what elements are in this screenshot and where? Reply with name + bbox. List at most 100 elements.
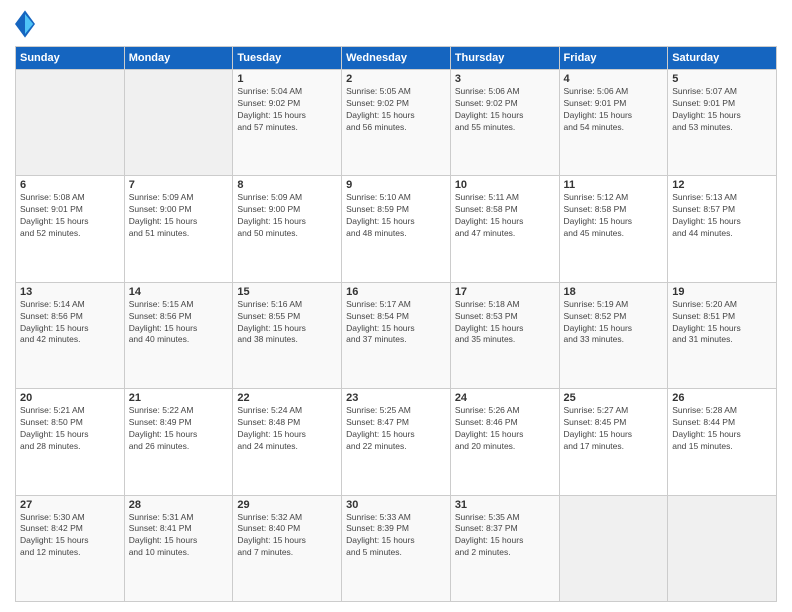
- day-info: Sunrise: 5:21 AM Sunset: 8:50 PM Dayligh…: [20, 405, 120, 453]
- calendar-cell: 18Sunrise: 5:19 AM Sunset: 8:52 PM Dayli…: [559, 282, 668, 388]
- day-number: 24: [455, 392, 555, 404]
- calendar-week-4: 27Sunrise: 5:30 AM Sunset: 8:42 PM Dayli…: [16, 495, 777, 601]
- calendar-week-0: 1Sunrise: 5:04 AM Sunset: 9:02 PM Daylig…: [16, 70, 777, 176]
- day-header-saturday: Saturday: [668, 47, 777, 70]
- calendar-cell: 23Sunrise: 5:25 AM Sunset: 8:47 PM Dayli…: [342, 389, 451, 495]
- day-info: Sunrise: 5:16 AM Sunset: 8:55 PM Dayligh…: [237, 299, 337, 347]
- day-info: Sunrise: 5:09 AM Sunset: 9:00 PM Dayligh…: [129, 192, 229, 240]
- calendar-cell: 21Sunrise: 5:22 AM Sunset: 8:49 PM Dayli…: [124, 389, 233, 495]
- day-info: Sunrise: 5:26 AM Sunset: 8:46 PM Dayligh…: [455, 405, 555, 453]
- calendar-cell: 26Sunrise: 5:28 AM Sunset: 8:44 PM Dayli…: [668, 389, 777, 495]
- calendar-cell: [16, 70, 125, 176]
- calendar-cell: 15Sunrise: 5:16 AM Sunset: 8:55 PM Dayli…: [233, 282, 342, 388]
- day-number: 4: [564, 73, 664, 85]
- day-number: 10: [455, 179, 555, 191]
- day-header-monday: Monday: [124, 47, 233, 70]
- calendar-cell: 5Sunrise: 5:07 AM Sunset: 9:01 PM Daylig…: [668, 70, 777, 176]
- day-info: Sunrise: 5:17 AM Sunset: 8:54 PM Dayligh…: [346, 299, 446, 347]
- day-number: 1: [237, 73, 337, 85]
- calendar-cell: 31Sunrise: 5:35 AM Sunset: 8:37 PM Dayli…: [450, 495, 559, 601]
- day-header-thursday: Thursday: [450, 47, 559, 70]
- day-info: Sunrise: 5:32 AM Sunset: 8:40 PM Dayligh…: [237, 512, 337, 560]
- calendar-cell: 12Sunrise: 5:13 AM Sunset: 8:57 PM Dayli…: [668, 176, 777, 282]
- day-number: 17: [455, 286, 555, 298]
- day-number: 27: [20, 499, 120, 511]
- day-info: Sunrise: 5:19 AM Sunset: 8:52 PM Dayligh…: [564, 299, 664, 347]
- day-info: Sunrise: 5:33 AM Sunset: 8:39 PM Dayligh…: [346, 512, 446, 560]
- day-number: 7: [129, 179, 229, 191]
- calendar-cell: 3Sunrise: 5:06 AM Sunset: 9:02 PM Daylig…: [450, 70, 559, 176]
- calendar-week-2: 13Sunrise: 5:14 AM Sunset: 8:56 PM Dayli…: [16, 282, 777, 388]
- day-number: 14: [129, 286, 229, 298]
- day-info: Sunrise: 5:09 AM Sunset: 9:00 PM Dayligh…: [237, 192, 337, 240]
- day-info: Sunrise: 5:20 AM Sunset: 8:51 PM Dayligh…: [672, 299, 772, 347]
- logo-icon: [15, 10, 35, 38]
- logo: [15, 10, 39, 38]
- calendar-cell: 30Sunrise: 5:33 AM Sunset: 8:39 PM Dayli…: [342, 495, 451, 601]
- day-number: 3: [455, 73, 555, 85]
- page: SundayMondayTuesdayWednesdayThursdayFrid…: [0, 0, 792, 612]
- day-info: Sunrise: 5:30 AM Sunset: 8:42 PM Dayligh…: [20, 512, 120, 560]
- calendar-cell: [124, 70, 233, 176]
- calendar-table: SundayMondayTuesdayWednesdayThursdayFrid…: [15, 46, 777, 602]
- day-number: 26: [672, 392, 772, 404]
- calendar-cell: 10Sunrise: 5:11 AM Sunset: 8:58 PM Dayli…: [450, 176, 559, 282]
- day-info: Sunrise: 5:22 AM Sunset: 8:49 PM Dayligh…: [129, 405, 229, 453]
- day-number: 13: [20, 286, 120, 298]
- calendar-cell: 7Sunrise: 5:09 AM Sunset: 9:00 PM Daylig…: [124, 176, 233, 282]
- calendar-cell: 17Sunrise: 5:18 AM Sunset: 8:53 PM Dayli…: [450, 282, 559, 388]
- day-info: Sunrise: 5:14 AM Sunset: 8:56 PM Dayligh…: [20, 299, 120, 347]
- calendar-cell: 6Sunrise: 5:08 AM Sunset: 9:01 PM Daylig…: [16, 176, 125, 282]
- day-info: Sunrise: 5:10 AM Sunset: 8:59 PM Dayligh…: [346, 192, 446, 240]
- calendar-cell: 24Sunrise: 5:26 AM Sunset: 8:46 PM Dayli…: [450, 389, 559, 495]
- day-header-sunday: Sunday: [16, 47, 125, 70]
- calendar-cell: 20Sunrise: 5:21 AM Sunset: 8:50 PM Dayli…: [16, 389, 125, 495]
- day-number: 12: [672, 179, 772, 191]
- day-info: Sunrise: 5:18 AM Sunset: 8:53 PM Dayligh…: [455, 299, 555, 347]
- calendar-header-row: SundayMondayTuesdayWednesdayThursdayFrid…: [16, 47, 777, 70]
- calendar-cell: 14Sunrise: 5:15 AM Sunset: 8:56 PM Dayli…: [124, 282, 233, 388]
- day-info: Sunrise: 5:06 AM Sunset: 9:01 PM Dayligh…: [564, 86, 664, 134]
- calendar-cell: 1Sunrise: 5:04 AM Sunset: 9:02 PM Daylig…: [233, 70, 342, 176]
- day-number: 2: [346, 73, 446, 85]
- day-number: 16: [346, 286, 446, 298]
- day-info: Sunrise: 5:35 AM Sunset: 8:37 PM Dayligh…: [455, 512, 555, 560]
- day-number: 22: [237, 392, 337, 404]
- day-header-wednesday: Wednesday: [342, 47, 451, 70]
- calendar-cell: 8Sunrise: 5:09 AM Sunset: 9:00 PM Daylig…: [233, 176, 342, 282]
- day-number: 15: [237, 286, 337, 298]
- calendar-cell: 28Sunrise: 5:31 AM Sunset: 8:41 PM Dayli…: [124, 495, 233, 601]
- calendar-cell: 11Sunrise: 5:12 AM Sunset: 8:58 PM Dayli…: [559, 176, 668, 282]
- day-number: 18: [564, 286, 664, 298]
- header: [15, 10, 777, 38]
- day-number: 6: [20, 179, 120, 191]
- calendar-week-3: 20Sunrise: 5:21 AM Sunset: 8:50 PM Dayli…: [16, 389, 777, 495]
- day-number: 28: [129, 499, 229, 511]
- calendar-cell: 27Sunrise: 5:30 AM Sunset: 8:42 PM Dayli…: [16, 495, 125, 601]
- calendar-cell: 2Sunrise: 5:05 AM Sunset: 9:02 PM Daylig…: [342, 70, 451, 176]
- day-number: 23: [346, 392, 446, 404]
- day-number: 5: [672, 73, 772, 85]
- day-info: Sunrise: 5:13 AM Sunset: 8:57 PM Dayligh…: [672, 192, 772, 240]
- day-info: Sunrise: 5:31 AM Sunset: 8:41 PM Dayligh…: [129, 512, 229, 560]
- calendar-cell: [559, 495, 668, 601]
- calendar-cell: [668, 495, 777, 601]
- day-info: Sunrise: 5:25 AM Sunset: 8:47 PM Dayligh…: [346, 405, 446, 453]
- day-number: 20: [20, 392, 120, 404]
- calendar-cell: 25Sunrise: 5:27 AM Sunset: 8:45 PM Dayli…: [559, 389, 668, 495]
- calendar-week-1: 6Sunrise: 5:08 AM Sunset: 9:01 PM Daylig…: [16, 176, 777, 282]
- day-number: 31: [455, 499, 555, 511]
- calendar-cell: 19Sunrise: 5:20 AM Sunset: 8:51 PM Dayli…: [668, 282, 777, 388]
- day-info: Sunrise: 5:04 AM Sunset: 9:02 PM Dayligh…: [237, 86, 337, 134]
- calendar-cell: 4Sunrise: 5:06 AM Sunset: 9:01 PM Daylig…: [559, 70, 668, 176]
- day-info: Sunrise: 5:07 AM Sunset: 9:01 PM Dayligh…: [672, 86, 772, 134]
- calendar-cell: 9Sunrise: 5:10 AM Sunset: 8:59 PM Daylig…: [342, 176, 451, 282]
- day-info: Sunrise: 5:11 AM Sunset: 8:58 PM Dayligh…: [455, 192, 555, 240]
- calendar-cell: 13Sunrise: 5:14 AM Sunset: 8:56 PM Dayli…: [16, 282, 125, 388]
- calendar-cell: 29Sunrise: 5:32 AM Sunset: 8:40 PM Dayli…: [233, 495, 342, 601]
- day-number: 8: [237, 179, 337, 191]
- day-info: Sunrise: 5:15 AM Sunset: 8:56 PM Dayligh…: [129, 299, 229, 347]
- day-number: 30: [346, 499, 446, 511]
- day-number: 29: [237, 499, 337, 511]
- day-header-friday: Friday: [559, 47, 668, 70]
